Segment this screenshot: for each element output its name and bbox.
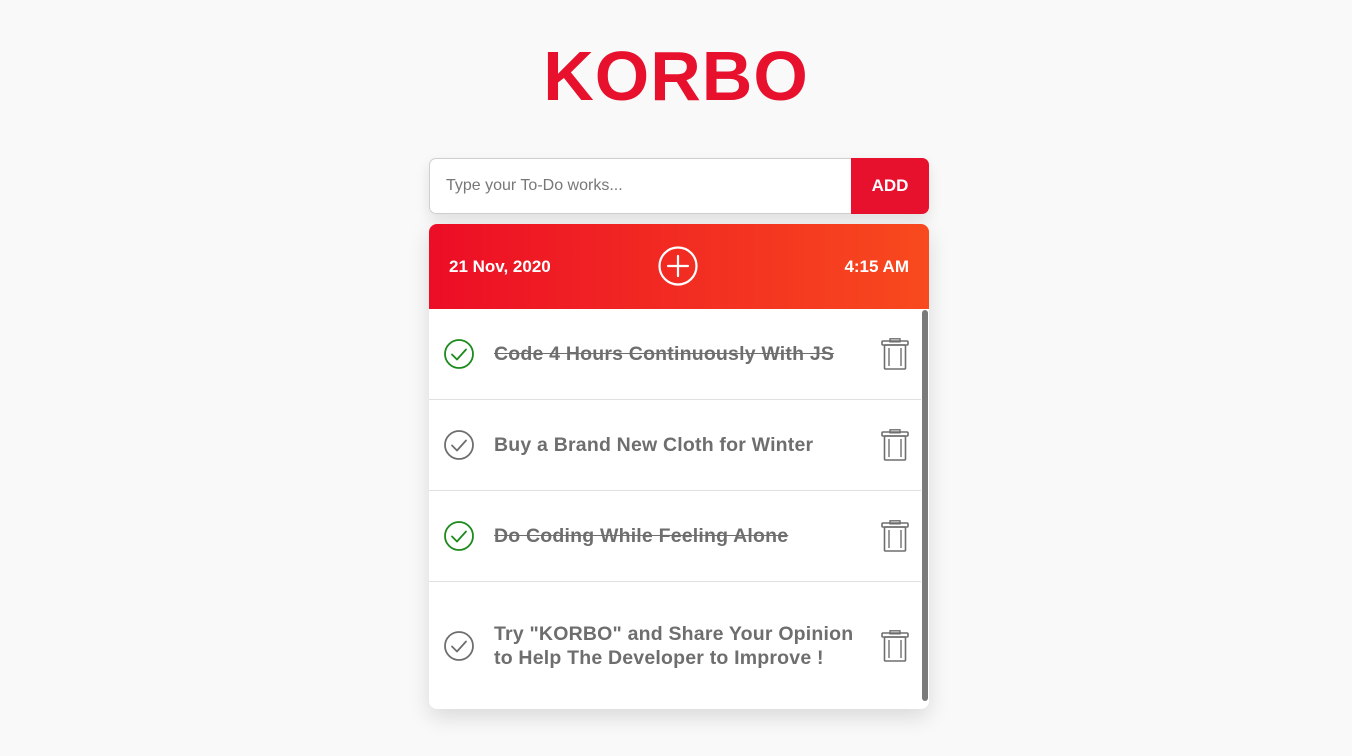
trash-icon[interactable] (881, 520, 909, 552)
trash-icon[interactable] (881, 629, 909, 662)
header-time: 4:15 AM (844, 256, 909, 276)
scrollbar-thumb[interactable] (922, 310, 928, 701)
header-date: 21 Nov, 2020 (449, 256, 551, 276)
todo-text: Buy a Brand New Cloth for Winter (494, 434, 814, 456)
card-header: 21 Nov, 2020 4:15 AM (429, 224, 929, 309)
check-circle-icon[interactable] (443, 630, 475, 662)
app-title: KORBO (543, 37, 809, 115)
todo-item: Buy a Brand New Cloth for Winter (429, 400, 921, 491)
trash-icon[interactable] (881, 338, 909, 370)
todo-text: Code 4 Hours Continuously With JS (494, 343, 835, 365)
check-circle-icon[interactable] (443, 520, 475, 552)
check-circle-icon[interactable] (443, 429, 475, 461)
todo-item: Do Coding While Feeling Alone (429, 491, 921, 582)
todo-card: 21 Nov, 2020 4:15 AM Code 4 Hours Contin… (429, 224, 929, 709)
todo-text: Try "KORBO" and Share Your Opinion to He… (494, 622, 854, 669)
todo-item: Code 4 Hours Continuously With JS (429, 309, 921, 400)
todo-item: Try "KORBO" and Share Your Opinion to He… (429, 582, 921, 709)
add-button[interactable]: ADD (851, 158, 929, 214)
todo-text: Do Coding While Feeling Alone (494, 525, 789, 547)
plus-circle-icon[interactable] (658, 246, 698, 286)
check-circle-icon[interactable] (443, 338, 475, 370)
list-scrollbar[interactable] (921, 309, 929, 702)
todo-input-row: ADD (429, 158, 929, 214)
todo-list: Code 4 Hours Continuously With JS Buy a … (429, 309, 929, 709)
todo-input[interactable] (429, 158, 851, 214)
trash-icon[interactable] (881, 429, 909, 461)
